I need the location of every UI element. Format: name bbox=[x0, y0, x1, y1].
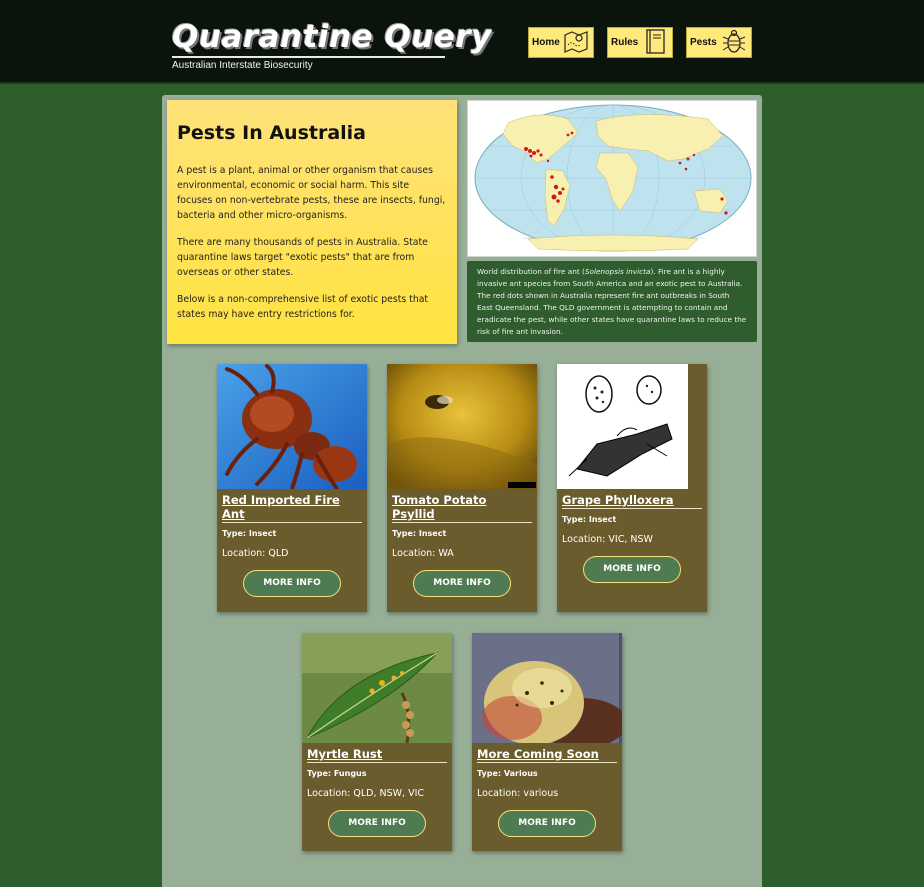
pest-type: Type: Insect bbox=[562, 515, 617, 524]
more-info-button[interactable]: MORE INFO bbox=[583, 556, 681, 583]
pest-image-coming-soon[interactable] bbox=[472, 633, 622, 743]
nav-rules-label: Rules bbox=[611, 37, 639, 48]
more-info-button[interactable]: MORE INFO bbox=[413, 570, 511, 597]
intro-heading: Pests In Australia bbox=[177, 122, 366, 144]
species-name: Solenopsis invicta bbox=[584, 267, 651, 276]
fire-ant-distribution-map bbox=[467, 100, 757, 257]
site-header: Quarantine Query Australian Interstate B… bbox=[0, 0, 924, 84]
pest-card: Grape Phylloxera Type: Insect Location: … bbox=[557, 364, 707, 612]
pest-location: Location: QLD bbox=[222, 548, 289, 559]
nav-pests-button[interactable]: Pests bbox=[686, 27, 752, 58]
nav-home-button[interactable]: Home bbox=[528, 27, 594, 58]
main-nav: Home Rules Pests bbox=[528, 27, 752, 58]
pest-location: Location: QLD, NSW, VIC bbox=[307, 788, 425, 799]
pest-image-myrtle-rust[interactable] bbox=[302, 633, 452, 743]
bug-icon bbox=[720, 27, 748, 59]
pest-card: Myrtle Rust Type: Fungus Location: QLD, … bbox=[302, 633, 452, 851]
pest-image-psyllid[interactable] bbox=[387, 364, 537, 489]
intro-paragraph: A pest is a plant, animal or other organ… bbox=[177, 165, 446, 221]
pest-card: More Coming Soon Type: Various Location:… bbox=[472, 633, 622, 851]
pest-location: Location: various bbox=[477, 788, 559, 799]
nav-pests-label: Pests bbox=[690, 37, 717, 48]
pest-name[interactable]: Grape Phylloxera bbox=[562, 493, 702, 509]
book-icon bbox=[641, 27, 669, 59]
intro-paragraph: There are many thousands of pests in Aus… bbox=[177, 237, 428, 278]
pest-image-phylloxera[interactable] bbox=[557, 364, 707, 489]
site-subtitle: Australian Interstate Biosecurity bbox=[172, 60, 313, 71]
more-info-button[interactable]: MORE INFO bbox=[328, 810, 426, 837]
pest-type: Type: Fungus bbox=[307, 769, 367, 778]
pest-image-fire-ant[interactable] bbox=[217, 364, 367, 489]
intro-paragraph: Below is a non-comprehensive list of exo… bbox=[177, 294, 429, 320]
title-underline bbox=[172, 56, 445, 58]
pest-card: Tomato Potato Psyllid Type: Insect Locat… bbox=[387, 364, 537, 612]
more-info-button[interactable]: MORE INFO bbox=[498, 810, 596, 837]
pest-card: Red Imported Fire Ant Type: Insect Locat… bbox=[217, 364, 367, 612]
pest-location: Location: WA bbox=[392, 548, 454, 559]
pest-type: Type: Various bbox=[477, 769, 538, 778]
pest-location: Location: VIC, NSW bbox=[562, 534, 653, 545]
main-content: Pests In Australia A pest is a plant, an… bbox=[162, 95, 762, 887]
site-logo[interactable]: Quarantine Query Australian Interstate B… bbox=[172, 18, 492, 71]
pest-type: Type: Insect bbox=[392, 529, 447, 538]
pest-name[interactable]: Red Imported Fire Ant bbox=[222, 493, 362, 523]
map-icon bbox=[562, 27, 590, 59]
map-caption: World distribution of fire ant (Solenops… bbox=[467, 261, 757, 342]
pest-name[interactable]: More Coming Soon bbox=[477, 747, 617, 763]
pest-name[interactable]: Tomato Potato Psyllid bbox=[392, 493, 532, 523]
more-info-button[interactable]: MORE INFO bbox=[243, 570, 341, 597]
intro-panel: Pests In Australia A pest is a plant, an… bbox=[167, 100, 457, 344]
site-title: Quarantine Query bbox=[172, 19, 492, 55]
pest-name[interactable]: Myrtle Rust bbox=[307, 747, 447, 763]
nav-home-label: Home bbox=[532, 37, 560, 48]
nav-rules-button[interactable]: Rules bbox=[607, 27, 673, 58]
pest-type: Type: Insect bbox=[222, 529, 277, 538]
